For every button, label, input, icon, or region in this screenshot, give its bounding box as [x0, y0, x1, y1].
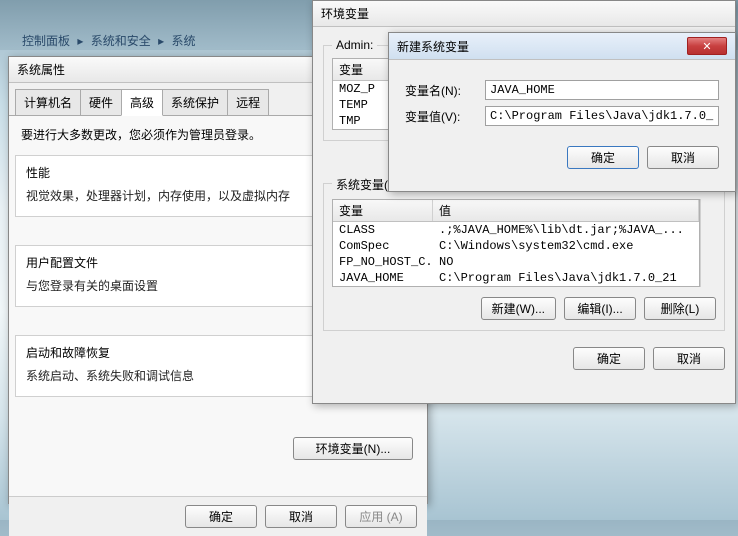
tab-hardware[interactable]: 硬件: [80, 89, 122, 115]
new-button[interactable]: 新建(W)...: [481, 297, 556, 320]
apply-button[interactable]: 应用 (A): [345, 505, 417, 528]
title-bar: 新建系统变量 ✕: [389, 33, 735, 60]
var-name-input[interactable]: [485, 80, 719, 100]
tab-remote[interactable]: 远程: [227, 89, 269, 115]
var-value-label: 变量值(V):: [405, 108, 485, 125]
close-icon: ✕: [702, 40, 711, 53]
var-name-label: 变量名(N):: [405, 82, 485, 99]
table-row[interactable]: ComSpecC:\Windows\system32\cmd.exe: [333, 238, 699, 254]
sys-vars-fieldset: 系统变量(S) 变量 值 CLASS.;%JAVA_HOME%\lib\dt.j…: [323, 183, 725, 331]
table-row[interactable]: JAVA_HOMEC:\Program Files\Java\jdk1.7.0_…: [333, 270, 699, 286]
tab-system-protection[interactable]: 系统保护: [162, 89, 228, 115]
ok-button[interactable]: 确定: [185, 505, 257, 528]
sys-vars-table[interactable]: 变量 值 CLASS.;%JAVA_HOME%\lib\dt.jar;%JAVA…: [332, 199, 700, 287]
cancel-button[interactable]: 取消: [647, 146, 719, 169]
env-vars-button[interactable]: 环境变量(N)...: [293, 437, 413, 460]
title-bar: 环境变量: [313, 1, 735, 27]
col-variable: 变量: [333, 200, 433, 221]
ok-button[interactable]: 确定: [567, 146, 639, 169]
close-button[interactable]: ✕: [687, 37, 727, 55]
edit-button[interactable]: 编辑(I)...: [564, 297, 636, 320]
col-value: 值: [433, 200, 699, 221]
table-row[interactable]: FP_NO_HOST_C...NO: [333, 254, 699, 270]
new-system-variable-dialog: 新建系统变量 ✕ 变量名(N): 变量值(V): 确定 取消: [388, 32, 736, 192]
ok-button[interactable]: 确定: [573, 347, 645, 370]
window-title: 系统属性: [17, 61, 65, 78]
window-title: 环境变量: [321, 5, 369, 22]
table-row[interactable]: CLASS.;%JAVA_HOME%\lib\dt.jar;%JAVA_...: [333, 222, 699, 238]
user-vars-legend: Admin:: [332, 38, 377, 52]
delete-button[interactable]: 删除(L): [644, 297, 716, 320]
var-value-input[interactable]: [485, 106, 719, 126]
cancel-button[interactable]: 取消: [653, 347, 725, 370]
breadcrumb: 控制面板 ▸ 系统和安全 ▸ 系统: [20, 32, 197, 49]
window-title: 新建系统变量: [397, 38, 469, 55]
tab-advanced[interactable]: 高级: [121, 89, 163, 116]
cancel-button[interactable]: 取消: [265, 505, 337, 528]
scrollbar[interactable]: [700, 199, 716, 287]
tab-computer-name[interactable]: 计算机名: [15, 89, 81, 115]
